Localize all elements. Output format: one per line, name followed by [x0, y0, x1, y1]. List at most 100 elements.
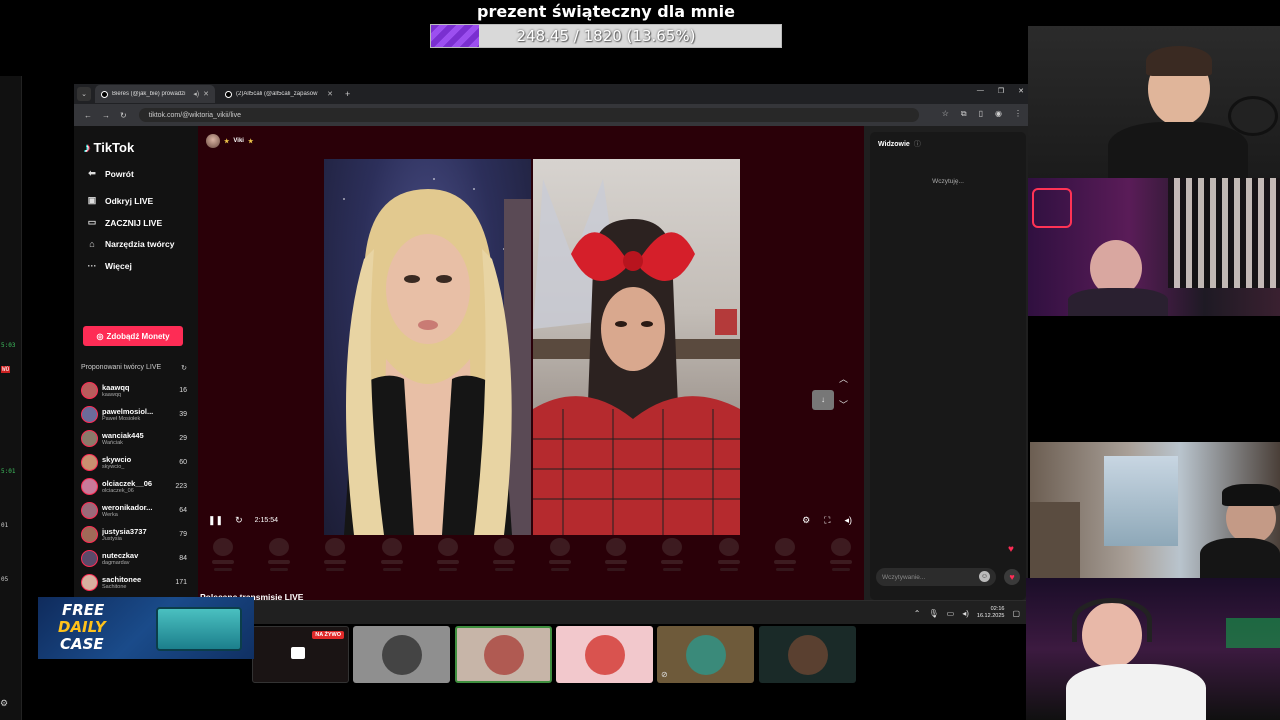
- back-arrow-icon[interactable]: ←: [84, 111, 92, 120]
- gift-label-placeholder: [436, 560, 459, 564]
- creator-handle: Werka: [102, 511, 118, 518]
- chevron-down-icon[interactable]: ﹀: [839, 392, 848, 418]
- creator-list-item[interactable]: nuteczkav dagmardav 84: [81, 547, 187, 569]
- nav-creator-tools[interactable]: ⌂ Narzędzia twórcy: [86, 239, 174, 249]
- headphones-icon: [1072, 598, 1152, 642]
- creator-list-item[interactable]: skywcio skywcio_ 60: [81, 451, 187, 473]
- room-thumbnail[interactable]: ⊘: [657, 626, 754, 683]
- creator-names: olciaczek__06 olciaczek_06: [102, 479, 175, 494]
- volume-tray-icon[interactable]: ◂): [962, 609, 969, 618]
- creator-list-item[interactable]: sachitonee Sachitone 171: [81, 571, 187, 593]
- url-input[interactable]: tiktok.com/@wiktoria_vikii/live: [138, 108, 919, 122]
- creator-list-item[interactable]: pawelmosiol... Paweł Mosiołek 39: [81, 403, 187, 425]
- close-window-icon[interactable]: ✕: [1018, 87, 1024, 95]
- gift-placeholder[interactable]: [549, 538, 572, 571]
- profile-icon[interactable]: ◉: [995, 109, 1002, 119]
- creator-list-item[interactable]: justysia3737 Justysia 79: [81, 523, 187, 545]
- volume-icon[interactable]: ◂): [844, 515, 852, 526]
- chevron-up-tray-icon[interactable]: ⌃: [914, 609, 921, 618]
- gift-placeholder[interactable]: [436, 538, 459, 571]
- gift-placeholder[interactable]: [661, 538, 684, 571]
- gift-label-placeholder: [380, 560, 403, 564]
- goal-title: prezent świąteczny dla mnie: [477, 2, 735, 21]
- tiktok-favicon-icon: [101, 90, 108, 98]
- free-daily-case-banner[interactable]: FREE DAILY CASE: [38, 597, 254, 659]
- room-thumbnail[interactable]: [353, 626, 450, 683]
- display-icon[interactable]: ▭: [947, 609, 955, 618]
- viewer-count: 79: [179, 530, 187, 538]
- extensions-icon[interactable]: ⧉: [961, 109, 967, 119]
- refresh-stream-icon[interactable]: ↻: [235, 515, 243, 526]
- refresh-icon[interactable]: ↻: [181, 364, 187, 372]
- tab-bar: ⌄ Bieres (@jak_bie) prowadzi ◂) ✕ (2)All…: [74, 84, 1028, 104]
- clock[interactable]: 02:16 16.12.2025: [977, 606, 1005, 620]
- room-thumbnail[interactable]: [556, 626, 653, 683]
- gift-placeholder[interactable]: [773, 538, 796, 571]
- room-thumbnail[interactable]: [759, 626, 856, 683]
- gift-placeholder[interactable]: [717, 538, 740, 571]
- room-avatar: [381, 634, 422, 675]
- host-info[interactable]: ★ Viki ★: [206, 134, 253, 148]
- creator-name: sachitonee: [102, 574, 142, 584]
- close-tab-icon[interactable]: ✕: [203, 90, 209, 98]
- tab-search-icon[interactable]: ⌄: [77, 87, 91, 101]
- nav-more[interactable]: ··· Więcej: [86, 261, 132, 271]
- creator-list-item[interactable]: wanciak445 Wańciak 29: [81, 427, 187, 449]
- creator-handle: Justysia: [102, 535, 122, 542]
- video-feed-left[interactable]: [324, 159, 531, 535]
- creator-list-item[interactable]: weronikador... Werka 64: [81, 499, 187, 521]
- microphone-icon[interactable]: 🎙: [929, 609, 939, 618]
- gift-placeholder[interactable]: [829, 538, 852, 571]
- room-avatar: [787, 634, 828, 675]
- gift-label-placeholder: [717, 560, 740, 564]
- new-tab-icon[interactable]: +: [345, 89, 350, 99]
- minimize-icon[interactable]: —: [977, 87, 984, 95]
- nav-start-live[interactable]: ▭ ZACZNIJ LIVE: [86, 217, 162, 228]
- fullscreen-icon[interactable]: ⛶: [824, 515, 830, 526]
- split-view-icon[interactable]: ▯: [979, 109, 983, 119]
- nav-discover-live[interactable]: ▣ Odkryj LIVE: [86, 195, 153, 206]
- gift-placeholder[interactable]: [324, 538, 347, 571]
- forward-arrow-icon[interactable]: →: [102, 111, 110, 120]
- info-icon[interactable]: ⓘ: [914, 141, 921, 148]
- close-tab-icon[interactable]: ✕: [327, 90, 333, 98]
- gift-placeholder[interactable]: [380, 538, 403, 571]
- edge-label: 01: [1, 522, 9, 529]
- system-tray: ⌃ 🎙 ▭ ◂) 02:16 16.12.2025 ▢: [914, 606, 1020, 620]
- gear-icon[interactable]: ⚙: [0, 698, 8, 709]
- settings-gear-icon[interactable]: ⚙: [802, 515, 810, 526]
- maximize-icon[interactable]: ❐: [998, 87, 1004, 95]
- live-thumbnail[interactable]: NA ŻYWO: [252, 626, 349, 683]
- bookmark-star-icon[interactable]: ☆: [942, 109, 949, 119]
- room-avatar: [483, 634, 524, 675]
- creator-name: nuteczkav: [102, 550, 139, 560]
- person-hair: [1146, 46, 1212, 76]
- window-controls: — ❐ ✕: [977, 87, 1024, 95]
- pause-icon[interactable]: ❚❚: [208, 515, 223, 526]
- gift-placeholder[interactable]: [268, 538, 291, 571]
- emoji-icon[interactable]: ☺: [979, 571, 990, 582]
- chat-input[interactable]: Wczytywanie... ☺: [876, 568, 996, 586]
- gift-placeholder[interactable]: [212, 538, 234, 571]
- video-feed-right[interactable]: [533, 159, 740, 535]
- scroll-down-button[interactable]: ↓: [812, 390, 834, 410]
- chevron-up-icon[interactable]: ︿: [839, 366, 848, 392]
- notification-icon[interactable]: ▢: [1012, 609, 1020, 618]
- tiktok-logo[interactable]: ♪ TikTok: [84, 140, 134, 155]
- get-coins-button[interactable]: ◎ Zdobądź Monety: [83, 326, 183, 346]
- get-coins-label: Zdobądź Monety: [106, 331, 170, 341]
- gift-placeholder[interactable]: [605, 538, 628, 571]
- creator-list-item[interactable]: olciaczek__06 olciaczek_06 223: [81, 475, 187, 497]
- menu-dots-icon[interactable]: ⋮: [1014, 109, 1022, 119]
- gift-price-placeholder: [551, 568, 570, 571]
- tab-inactive[interactable]: (2)All5cali (@all5cali_zapasow ✕: [219, 85, 339, 103]
- creator-list-item[interactable]: kaawqq kaawqq 16: [81, 379, 187, 401]
- tab-active[interactable]: Bieres (@jak_bie) prowadzi ◂) ✕: [95, 85, 215, 103]
- home-tools-icon: ⌂: [89, 239, 95, 249]
- reload-icon[interactable]: ↻: [120, 111, 127, 120]
- back-button[interactable]: ⬅ Powrót: [86, 168, 134, 179]
- like-heart-button[interactable]: ♥: [1004, 569, 1020, 585]
- tiktok-logo-text: TikTok: [93, 140, 135, 155]
- room-thumbnail[interactable]: [455, 626, 552, 683]
- gift-placeholder[interactable]: [492, 538, 515, 571]
